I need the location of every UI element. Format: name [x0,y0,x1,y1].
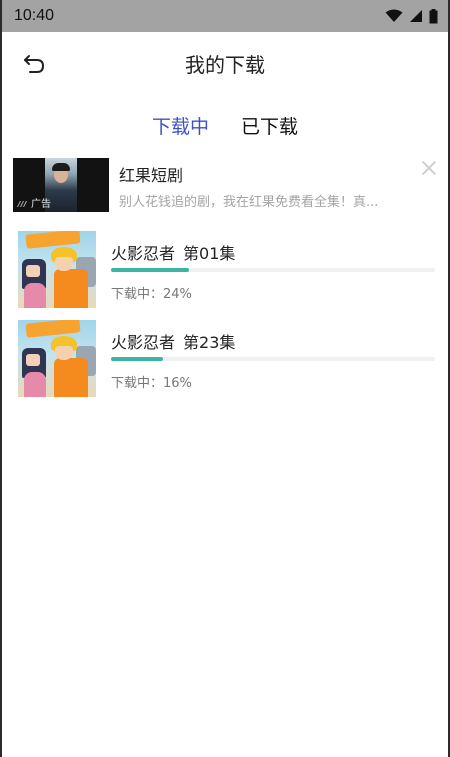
cover-figure [55,257,73,271]
battery-icon [429,8,438,23]
app-window: 10:40 我的下载 下载中 已下载 广告 红果短剧 别人花钱追的剧，我在红果免… [0,0,450,757]
cover-figure [54,269,88,308]
tab-bar: 下载中 已下载 [2,94,448,156]
ad-tag-label: 广告 [31,199,51,210]
cover-figure [55,346,73,360]
back-button[interactable] [20,50,48,78]
progress-bar [111,357,435,361]
ad-description[interactable]: 别人花钱追的剧，我在红果免费看全集！真... [119,191,414,210]
tab-downloaded[interactable]: 已下载 [241,112,298,156]
video-cover[interactable] [18,320,96,397]
cover-figure [54,358,88,397]
cover-figure [24,372,46,397]
status-label: 下载中： [111,287,164,302]
progress-fill [111,268,189,272]
list-item[interactable]: 火影忍者 第01集 下载中：24% [2,220,448,309]
status-percent: 24% [163,287,192,302]
video-cover[interactable] [18,231,96,308]
back-arrow-icon [24,55,44,73]
progress-fill [111,357,163,361]
item-title: 火影忍者 [111,244,176,263]
download-list: 火影忍者 第01集 下载中：24% 火影忍者 第23集 下载中：16% [2,220,448,398]
cover-figure [26,354,40,366]
download-status: 下载中：24% [111,283,192,302]
status-time: 10:40 [14,7,55,24]
cover-figure [24,283,46,308]
ad-mark-icon [17,200,27,207]
item-episode: 第23集 [183,333,236,352]
status-icons [385,8,438,24]
top-bar: 我的下载 [2,32,448,94]
list-item[interactable]: 火影忍者 第23集 下载中：16% [2,309,448,398]
status-percent: 16% [163,376,192,391]
item-episode: 第01集 [183,244,236,263]
signal-icon [410,10,422,22]
ad-tag: 广告 [17,195,51,210]
cover-logo [25,320,81,338]
ad-banner[interactable]: 广告 红果短剧 别人花钱追的剧，我在红果免费看全集！真... [2,158,448,220]
item-title: 火影忍者 [111,333,176,352]
status-label: 下载中： [111,376,164,391]
wifi-icon [385,9,403,22]
progress-bar [111,268,435,272]
item-title-row: 火影忍者 第23集 [111,329,235,353]
download-status: 下载中：16% [111,372,192,391]
cover-figure [26,265,40,277]
close-icon[interactable] [420,159,438,177]
tab-downloading[interactable]: 下载中 [152,112,209,156]
ad-title[interactable]: 红果短剧 [119,162,183,186]
page-title: 我的下载 [185,52,265,77]
cover-logo [25,231,81,249]
status-bar: 10:40 [2,0,448,32]
ad-thumbnail[interactable]: 广告 [13,158,109,212]
item-title-row: 火影忍者 第01集 [111,240,235,264]
